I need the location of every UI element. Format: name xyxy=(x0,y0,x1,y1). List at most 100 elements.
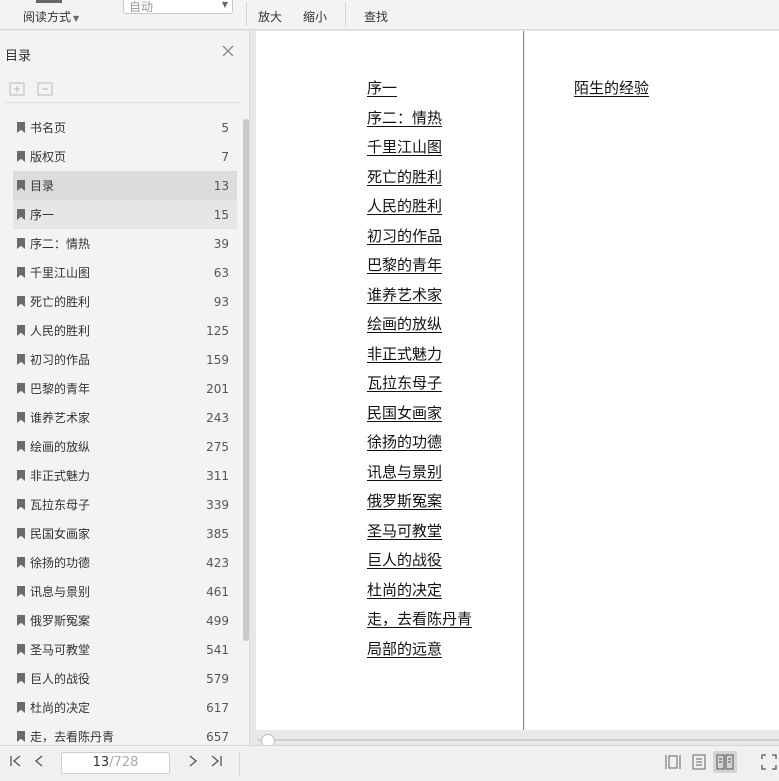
prev-page-icon[interactable] xyxy=(31,754,47,772)
toc-item-label: 俄罗斯冤案 xyxy=(30,614,91,628)
toc-item[interactable]: 杜尚的决定 617 xyxy=(13,693,237,722)
page-number-input[interactable]: 13/728 xyxy=(61,752,170,774)
toc-item[interactable]: 绘画的放纵 275 xyxy=(13,432,237,461)
toc-item[interactable]: 讯息与景别 461 xyxy=(13,577,237,606)
toc-link[interactable]: 俄罗斯冤案 xyxy=(367,490,442,511)
toc-link[interactable]: 瓦拉东母子 xyxy=(367,372,442,393)
single-page-view-icon[interactable] xyxy=(687,751,711,773)
toc-link[interactable]: 人民的胜利 xyxy=(367,195,442,216)
continuous-view-icon[interactable] xyxy=(661,751,685,773)
toc-list: 书名页 5 版权页 7 目录 13 序一 15 序二：情热 39 千里江山图 63 死亡的胜利 93 人民的… xyxy=(13,113,237,745)
toc-link[interactable]: 初习的作品 xyxy=(367,225,442,246)
expand-all-icon[interactable] xyxy=(9,81,25,96)
bookmark-icon xyxy=(17,412,25,423)
toc-item[interactable]: 序二：情热 39 xyxy=(13,229,237,258)
toc-item-label: 讯息与景别 xyxy=(30,585,91,599)
toc-item-label: 序二：情热 xyxy=(30,237,91,251)
toc-item[interactable]: 俄罗斯冤案 499 xyxy=(13,606,237,635)
sidebar-divider xyxy=(5,102,240,103)
toc-link[interactable]: 圣马可教堂 xyxy=(367,520,442,541)
toc-item-page: 499 xyxy=(206,613,229,628)
bookmark-icon xyxy=(17,238,25,249)
toc-item[interactable]: 徐扬的功德 423 xyxy=(13,548,237,577)
toc-item[interactable]: 非正式魅力 311 xyxy=(13,461,237,490)
find-button[interactable]: 查找 xyxy=(364,8,388,25)
toc-link[interactable]: 绘画的放纵 xyxy=(367,313,442,334)
toc-link[interactable]: 徐扬的功德 xyxy=(367,431,442,452)
bottom-divider xyxy=(239,752,240,776)
toc-item[interactable]: 版权页 7 xyxy=(13,142,237,171)
toc-link[interactable]: 序二：情热 xyxy=(367,107,442,128)
toc-item[interactable]: 巴黎的青年 201 xyxy=(13,374,237,403)
toc-item-page: 93 xyxy=(213,294,229,309)
horizontal-scrollbar[interactable] xyxy=(251,734,779,745)
read-mode-label: 阅读方式 xyxy=(23,10,72,24)
toc-item-page: 461 xyxy=(206,584,229,599)
bookmark-icon xyxy=(17,441,25,452)
toc-link[interactable]: 巨人的战役 xyxy=(367,549,442,570)
toc-item-page: 201 xyxy=(206,381,229,396)
toc-item-page: 13 xyxy=(213,178,229,193)
toc-item-label: 死亡的胜利 xyxy=(30,295,91,309)
toc-item-label: 巴黎的青年 xyxy=(30,382,91,396)
zoom-select[interactable]: 自动 ▼ xyxy=(123,0,233,14)
toc-item-label: 杜尚的决定 xyxy=(30,701,91,715)
toc-item[interactable]: 书名页 5 xyxy=(13,113,237,142)
zoom-in-label: 放大 xyxy=(258,10,283,24)
toc-item[interactable]: 谁养艺术家 243 xyxy=(13,403,237,432)
fullscreen-icon[interactable] xyxy=(757,751,779,773)
bookmark-icon xyxy=(17,180,25,191)
toc-link[interactable]: 走，去看陈丹青 xyxy=(367,608,472,629)
two-page-view-icon[interactable] xyxy=(713,751,737,773)
toc-link[interactable]: 谁养艺术家 xyxy=(367,284,442,305)
toc-item-label: 目录 xyxy=(30,179,55,193)
sidebar-scrollbar[interactable] xyxy=(243,119,249,641)
toc-link[interactable]: 非正式魅力 xyxy=(367,343,442,364)
bookmark-icon xyxy=(17,383,25,394)
toc-item-label: 书名页 xyxy=(30,121,67,135)
toc-item-label: 版权页 xyxy=(30,150,67,164)
toc-item[interactable]: 巨人的战役 579 xyxy=(13,664,237,693)
toc-item[interactable]: 民国女画家 385 xyxy=(13,519,237,548)
last-page-icon[interactable] xyxy=(208,754,224,772)
collapse-all-icon[interactable] xyxy=(37,81,53,96)
document-view: 序一序二：情热千里江山图死亡的胜利人民的胜利初习的作品巴黎的青年谁养艺术家绘画的… xyxy=(251,31,779,745)
close-icon[interactable] xyxy=(220,43,236,59)
next-page-icon[interactable] xyxy=(185,754,201,772)
toc-link[interactable]: 巴黎的青年 xyxy=(367,254,442,275)
find-label: 查找 xyxy=(364,10,389,24)
toc-link[interactable]: 局部的远意 xyxy=(367,638,442,659)
read-mode-icon xyxy=(36,0,62,3)
toc-item[interactable]: 圣马可教堂 541 xyxy=(13,635,237,664)
toc-item-label: 徐扬的功德 xyxy=(30,556,91,570)
toc-item-page: 423 xyxy=(206,555,229,570)
toc-link[interactable]: 杜尚的决定 xyxy=(367,579,442,600)
zoom-out-button[interactable]: 缩小 xyxy=(303,8,327,25)
toc-item[interactable]: 目录 13 xyxy=(13,171,237,200)
first-page-icon[interactable] xyxy=(8,754,24,772)
toc-item-page: 243 xyxy=(206,410,229,425)
toc-item-page: 5 xyxy=(221,120,229,135)
toc-link[interactable]: 陌生的经验 xyxy=(574,77,649,98)
toc-link[interactable]: 序一 xyxy=(367,77,397,98)
toc-link[interactable]: 千里江山图 xyxy=(367,136,442,157)
toc-link[interactable]: 民国女画家 xyxy=(367,402,442,423)
bookmark-icon xyxy=(17,209,25,220)
read-mode-button[interactable]: 阅读方式 ▼ xyxy=(23,8,79,25)
toc-link[interactable]: 讯息与景别 xyxy=(367,461,442,482)
toc-item-page: 159 xyxy=(206,352,229,367)
toc-item[interactable]: 走，去看陈丹青 657 xyxy=(13,722,237,745)
toc-item[interactable]: 初习的作品 159 xyxy=(13,345,237,374)
zoom-in-button[interactable]: 放大 xyxy=(258,8,282,25)
toc-item[interactable]: 人民的胜利 125 xyxy=(13,316,237,345)
scrollbar-thumb[interactable] xyxy=(261,734,275,745)
toc-item[interactable]: 死亡的胜利 93 xyxy=(13,287,237,316)
toc-item[interactable]: 序一 15 xyxy=(13,200,237,229)
bookmark-icon xyxy=(17,557,25,568)
toc-link[interactable]: 死亡的胜利 xyxy=(367,166,442,187)
toc-item[interactable]: 瓦拉东母子 339 xyxy=(13,490,237,519)
total-pages: /728 xyxy=(109,755,139,770)
toc-item-page: 39 xyxy=(213,236,229,251)
toc-item-page: 579 xyxy=(206,671,229,686)
toc-item[interactable]: 千里江山图 63 xyxy=(13,258,237,287)
